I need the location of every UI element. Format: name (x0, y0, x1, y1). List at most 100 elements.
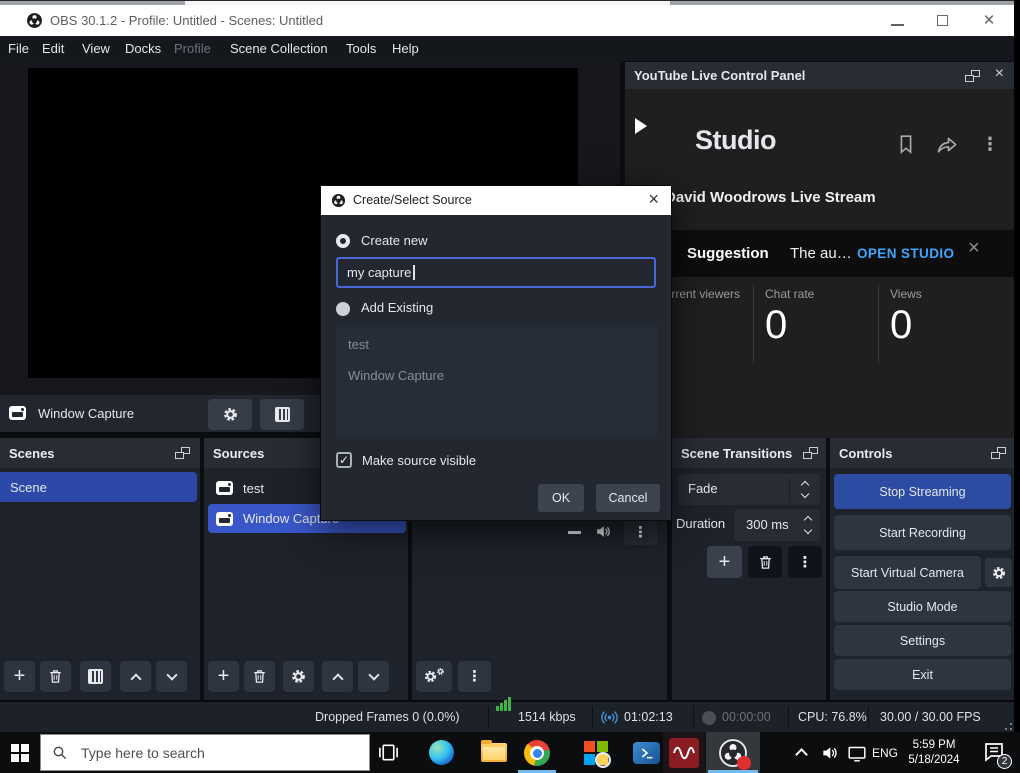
source-name-input[interactable]: my capture (336, 257, 656, 288)
start-button[interactable] (11, 744, 29, 762)
mixer-menu-button[interactable]: ⋮ (458, 661, 491, 692)
windows-tool-icon[interactable] (584, 741, 608, 765)
chrome-icon[interactable] (524, 740, 550, 766)
source-down-button[interactable] (358, 661, 389, 692)
ok-button[interactable]: OK (538, 484, 584, 512)
network-icon[interactable] (846, 742, 868, 764)
start-virtual-camera-button[interactable]: Start Virtual Camera (834, 556, 981, 589)
youtube-dock-header[interactable]: YouTube Live Control Panel × (625, 62, 1014, 89)
transition-menu-button[interactable]: ⋮ (788, 546, 822, 578)
source-filters-button[interactable] (260, 399, 304, 430)
maximize-button[interactable] (920, 5, 966, 36)
obs-title-bar: OBS 30.1.2 - Profile: Untitled - Scenes:… (0, 5, 1014, 36)
plus-icon: + (14, 665, 26, 688)
language-indicator[interactable]: ENG (872, 746, 898, 760)
add-transition-button[interactable]: + (707, 546, 742, 578)
scene-filters-button[interactable] (80, 661, 111, 692)
make-visible-checkbox[interactable]: ✓ (336, 452, 352, 468)
existing-source-item[interactable]: Window Capture (336, 356, 658, 387)
menu-file[interactable]: File (8, 41, 29, 56)
settings-button[interactable]: Settings (834, 625, 1011, 656)
kebab-icon: ⋮ (798, 555, 813, 570)
transition-select[interactable]: Fade (678, 474, 820, 505)
spin-down-icon[interactable] (804, 526, 812, 534)
youtube-menu-icon[interactable]: ⋮ (981, 135, 999, 153)
existing-source-item[interactable]: test (336, 325, 658, 356)
make-visible-label[interactable]: Make source visible (362, 453, 476, 468)
controls-popout-icon[interactable] (991, 447, 1006, 459)
stop-streaming-button[interactable]: Stop Streaming (834, 474, 1011, 509)
source-name-value: my capture (347, 265, 411, 280)
source-item-label: test (243, 481, 264, 496)
divider (488, 706, 489, 729)
search-input[interactable] (79, 744, 359, 762)
scene-up-button[interactable] (120, 661, 151, 692)
audacity-tile[interactable] (663, 732, 705, 773)
obs-taskbar-tile[interactable] (706, 732, 760, 773)
menu-docks[interactable]: Docks (125, 41, 161, 56)
menu-scene-collection[interactable]: Scene Collection (230, 41, 328, 56)
menu-profile[interactable]: Profile (174, 41, 211, 56)
mute-speaker-icon[interactable] (594, 522, 613, 541)
dropped-frames: Dropped Frames 0 (0.0%) (315, 710, 460, 724)
menu-edit[interactable]: Edit (42, 41, 64, 56)
duration-spinbox[interactable]: 300 ms (734, 509, 820, 541)
source-properties-button[interactable] (208, 399, 252, 430)
exit-button[interactable]: Exit (834, 659, 1011, 690)
controls-panel: Controls Stop Streaming Start Recording … (830, 438, 1014, 700)
dock-popout-icon[interactable] (965, 70, 980, 82)
remove-transition-button[interactable] (748, 546, 782, 578)
task-view-icon[interactable] (377, 741, 400, 764)
resize-grip[interactable] (1000, 718, 1012, 730)
powershell-icon[interactable] (633, 742, 660, 764)
notification-center-icon[interactable]: 2 (982, 741, 1008, 765)
source-up-button[interactable] (322, 661, 353, 692)
studio-mode-button[interactable]: Studio Mode (834, 591, 1011, 622)
start-recording-button[interactable]: Start Recording (834, 515, 1011, 550)
bookmark-icon[interactable] (895, 133, 917, 155)
edge-icon[interactable] (429, 740, 454, 765)
dialog-close-icon[interactable]: × (648, 189, 659, 210)
window-capture-icon (216, 512, 233, 526)
notification-count: 2 (1002, 756, 1008, 767)
scene-item[interactable]: Scene (0, 472, 197, 502)
spin-up-icon[interactable] (804, 516, 812, 524)
volume-slider-end[interactable] (568, 531, 581, 534)
add-existing-label[interactable]: Add Existing (361, 300, 433, 315)
share-icon[interactable] (935, 133, 959, 157)
tray-expand-icon[interactable] (795, 748, 808, 761)
suggestion-close-icon[interactable]: × (968, 237, 980, 260)
add-existing-radio[interactable] (336, 302, 350, 316)
create-new-radio[interactable] (336, 234, 350, 248)
volume-icon[interactable] (820, 743, 840, 763)
virtual-camera-config-button[interactable] (985, 558, 1012, 587)
menu-tools[interactable]: Tools (346, 41, 376, 56)
file-explorer-icon[interactable] (481, 743, 507, 762)
window-close-button[interactable]: × (966, 5, 1012, 36)
clock[interactable]: 5:59 PM 5/18/2024 (903, 738, 965, 768)
scene-down-button[interactable] (156, 661, 187, 692)
menu-help[interactable]: Help (392, 41, 419, 56)
menu-view[interactable]: View (82, 41, 110, 56)
open-studio-link[interactable]: OPEN STUDIO (857, 246, 954, 261)
create-new-label[interactable]: Create new (361, 233, 427, 248)
existing-sources-list[interactable]: test Window Capture (336, 325, 658, 437)
remove-source-button[interactable] (244, 661, 275, 692)
transitions-popout-icon[interactable] (803, 447, 818, 459)
window-capture-icon (9, 406, 26, 420)
remove-scene-button[interactable] (40, 661, 71, 692)
source-properties-button[interactable] (283, 661, 314, 692)
dock-close-icon[interactable]: × (995, 65, 1004, 83)
taskbar-search[interactable] (40, 734, 370, 771)
youtube-brand[interactable]: Studio (695, 125, 776, 156)
youtube-dock: YouTube Live Control Panel × Studio ⋮ Da… (625, 62, 1014, 438)
advanced-audio-button[interactable] (416, 661, 452, 692)
minimize-button[interactable] (874, 5, 920, 36)
add-scene-button[interactable]: + (4, 661, 35, 692)
cancel-button[interactable]: Cancel (596, 484, 660, 512)
maximize-icon (937, 15, 948, 26)
add-source-button[interactable]: + (208, 661, 239, 692)
scenes-popout-icon[interactable] (175, 447, 190, 459)
mixer-row-menu-button[interactable]: ⋮ (624, 520, 657, 545)
dialog-title-bar[interactable]: Create/Select Source × (321, 186, 671, 215)
